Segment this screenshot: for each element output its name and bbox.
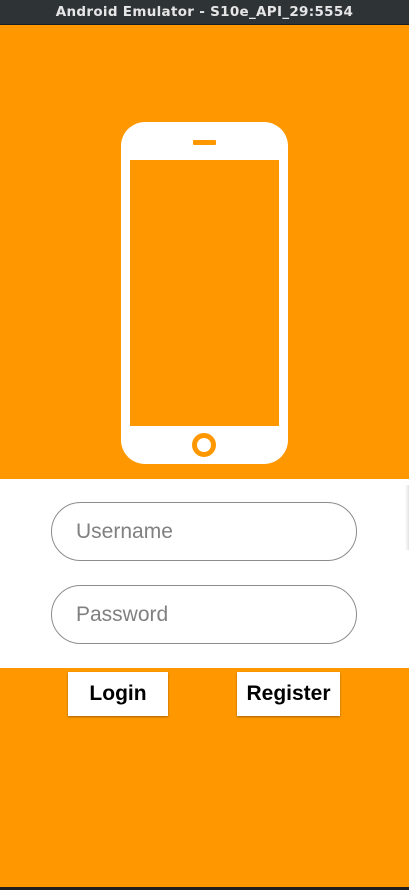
register-button[interactable]: Register: [237, 672, 340, 716]
username-field[interactable]: [51, 502, 357, 561]
login-button[interactable]: Login: [68, 672, 168, 716]
window-title: Android Emulator - S10e_API_29:5554: [55, 4, 354, 20]
window-titlebar[interactable]: Android Emulator - S10e_API_29:5554: [0, 0, 409, 25]
username-input[interactable]: [74, 518, 356, 545]
app-screen: Login Register: [0, 25, 409, 887]
scroll-edge-shadow: [405, 485, 409, 550]
login-form-panel: [0, 479, 409, 668]
password-input[interactable]: [74, 601, 356, 628]
emulator-window: Android Emulator - S10e_API_29:5554 Logi…: [0, 0, 409, 890]
smartphone-icon: [121, 122, 288, 464]
password-field[interactable]: [51, 585, 357, 644]
